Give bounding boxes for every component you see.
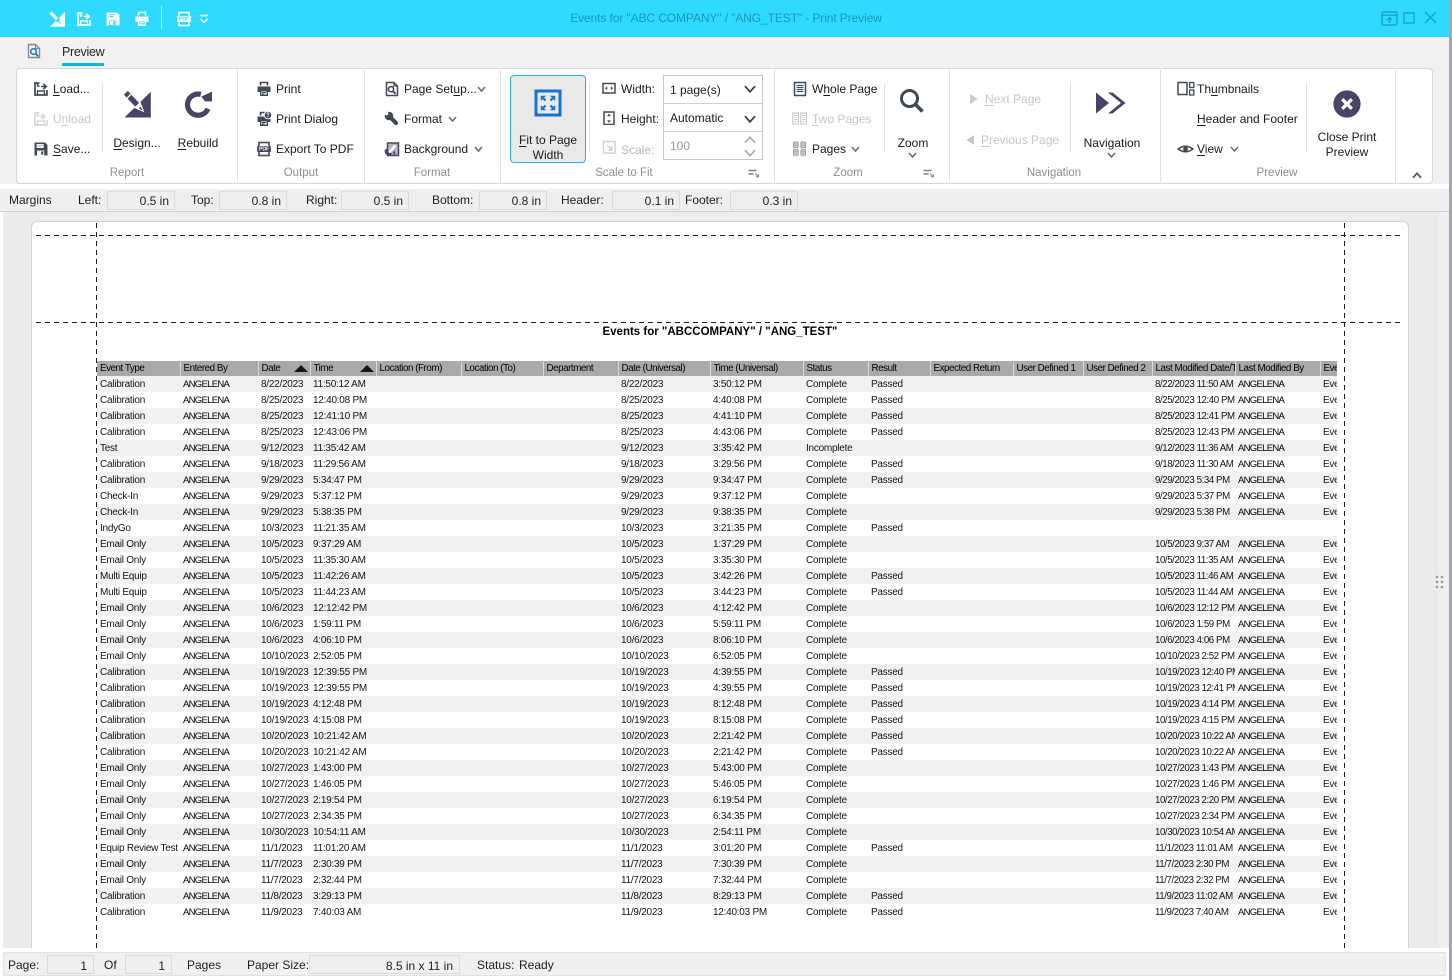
- svg-text:PDF: PDF: [259, 147, 269, 153]
- svg-text:?: ?: [266, 113, 270, 119]
